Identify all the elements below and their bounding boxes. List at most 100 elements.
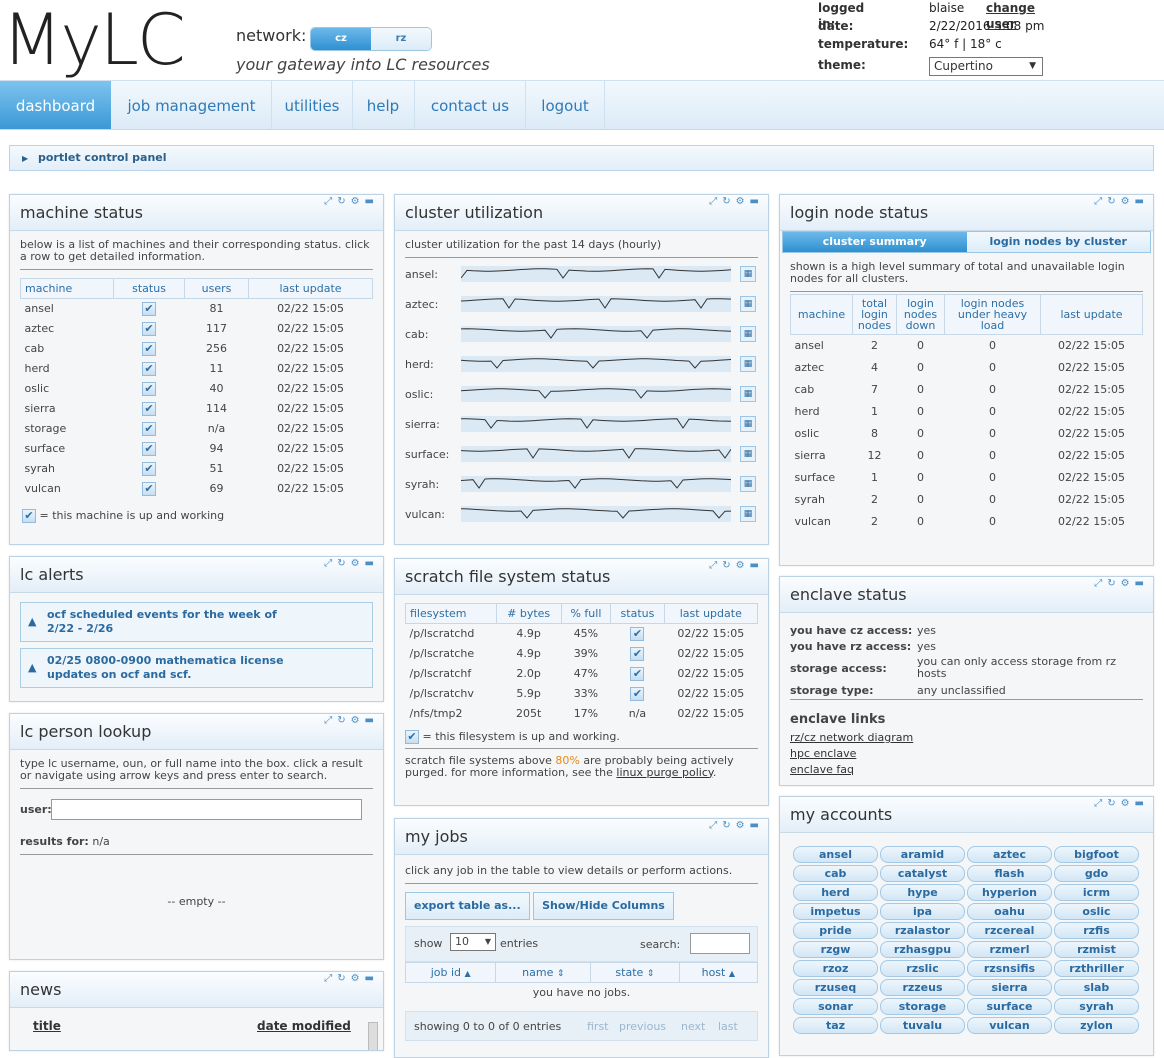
account-button[interactable]: ansel	[793, 846, 878, 863]
account-button[interactable]: taz	[793, 1017, 878, 1034]
account-button[interactable]: vulcan	[967, 1017, 1052, 1034]
col-heavy-load[interactable]: login nodes under heavy load	[944, 294, 1041, 335]
account-button[interactable]: aztec	[967, 846, 1052, 863]
account-button[interactable]: herd	[793, 884, 878, 901]
col-status[interactable]: status	[610, 603, 665, 624]
account-button[interactable]: oslic	[1054, 903, 1139, 920]
table-row[interactable]: /nfs/tmp2 205t 17% n/a 02/22 15:05	[406, 704, 758, 724]
col-name[interactable]: name ⇕	[495, 962, 592, 983]
enclave-faq-link[interactable]: enclave faq	[790, 762, 913, 778]
table-row[interactable]: aztec ✔ 117 02/22 15:05	[21, 319, 373, 339]
col-state[interactable]: state ⇕	[590, 962, 680, 983]
hpc-enclave-link[interactable]: hpc enclave	[790, 746, 913, 762]
table-row[interactable]: ansel ✔ 81 02/22 15:05	[21, 299, 373, 319]
table-row[interactable]: sierra ✔ 114 02/22 15:05	[21, 399, 373, 419]
portlet-tools[interactable]: ⤢↻⚙▬	[709, 820, 764, 831]
show-hide-columns-button[interactable]: Show/Hide Columns	[533, 892, 674, 920]
network-switch[interactable]: cz rz	[310, 27, 432, 51]
pager-previous[interactable]: previous	[619, 1020, 666, 1033]
col-full[interactable]: % full	[560, 603, 612, 624]
page-length-select[interactable]: 10 ▼	[450, 933, 496, 951]
account-button[interactable]: rzzeus	[880, 979, 965, 996]
export-table-button[interactable]: export table as...	[405, 892, 530, 920]
nav-help[interactable]: help	[353, 81, 413, 129]
account-button[interactable]: hyperion	[967, 884, 1052, 901]
col-job-id[interactable]: job id ▲	[404, 962, 497, 983]
table-row[interactable]: /p/lscratchf 2.0p 47% ✔ 02/22 15:05	[406, 664, 758, 684]
network-cz-button[interactable]: cz	[311, 28, 371, 50]
col-last-update[interactable]: last update	[248, 278, 373, 299]
account-button[interactable]: syrah	[1054, 998, 1139, 1015]
news-col-title[interactable]: title	[33, 1019, 61, 1033]
news-col-date-modified[interactable]: date modified	[257, 1019, 351, 1033]
table-row[interactable]: /p/lscratchd 4.9p 45% ✔ 02/22 15:05	[406, 624, 758, 644]
purge-policy-link[interactable]: linux purge policy	[616, 766, 712, 779]
jobs-search-input[interactable]	[690, 933, 750, 954]
pager-next[interactable]: next	[681, 1020, 705, 1033]
nav-dashboard[interactable]: dashboard	[0, 81, 111, 129]
table-row[interactable]: vulcan ✔ 69 02/22 15:05	[21, 479, 373, 499]
account-button[interactable]: storage	[880, 998, 965, 1015]
col-bytes[interactable]: # bytes	[495, 603, 562, 624]
account-button[interactable]: rzslic	[880, 960, 965, 977]
network-diagram-link[interactable]: rz/cz network diagram	[790, 730, 913, 746]
portlet-tools[interactable]: ⤢↻⚙▬	[324, 558, 379, 569]
account-button[interactable]: bigfoot	[1054, 846, 1139, 863]
account-button[interactable]: pride	[793, 922, 878, 939]
account-button[interactable]: rzgw	[793, 941, 878, 958]
chart-icon[interactable]: ▦	[740, 356, 756, 372]
portlet-tools[interactable]: ⤢↻⚙▬	[1094, 578, 1149, 589]
pager-first[interactable]: first	[587, 1020, 609, 1033]
network-rz-button[interactable]: rz	[371, 28, 431, 50]
col-total-login-nodes[interactable]: total login nodes	[852, 294, 897, 335]
chart-icon[interactable]: ▦	[740, 446, 756, 462]
col-filesystem[interactable]: filesystem	[405, 603, 497, 624]
col-users[interactable]: users	[183, 278, 250, 299]
table-row[interactable]: aztec 4 0 0 02/22 15:05	[791, 357, 1143, 379]
user-lookup-input[interactable]	[51, 799, 362, 820]
tab-cluster-summary[interactable]: cluster summary	[783, 232, 967, 252]
account-button[interactable]: rzmist	[1054, 941, 1139, 958]
table-row[interactable]: /p/lscratchv 5.9p 33% ✔ 02/22 15:05	[406, 684, 758, 704]
col-status[interactable]: status	[113, 278, 185, 299]
account-button[interactable]: sierra	[967, 979, 1052, 996]
account-button[interactable]: rzthriller	[1054, 960, 1139, 977]
nav-contact-us[interactable]: contact us	[415, 81, 525, 129]
account-button[interactable]: sonar	[793, 998, 878, 1015]
col-machine[interactable]: machine	[790, 294, 853, 335]
account-button[interactable]: rzoz	[793, 960, 878, 977]
table-row[interactable]: sierra 12 0 0 02/22 15:05	[791, 445, 1143, 467]
chart-icon[interactable]: ▦	[740, 266, 756, 282]
account-button[interactable]: rzmerl	[967, 941, 1052, 958]
account-button[interactable]: impetus	[793, 903, 878, 920]
account-button[interactable]: icrm	[1054, 884, 1139, 901]
account-button[interactable]: rzalastor	[880, 922, 965, 939]
pager-last[interactable]: last	[718, 1020, 738, 1033]
nav-job-management[interactable]: job management	[113, 81, 270, 129]
chart-icon[interactable]: ▦	[740, 416, 756, 432]
portlet-tools[interactable]: ⤢↻⚙▬	[709, 560, 764, 571]
table-row[interactable]: surface 1 0 0 02/22 15:05	[791, 467, 1143, 489]
col-host[interactable]: host ▲	[678, 962, 759, 983]
portlet-tools[interactable]: ⤢↻⚙▬	[1094, 196, 1149, 207]
account-button[interactable]: catalyst	[880, 865, 965, 882]
portlet-tools[interactable]: ⤢↻⚙▬	[1094, 798, 1149, 809]
account-button[interactable]: aramid	[880, 846, 965, 863]
table-row[interactable]: herd 1 0 0 02/22 15:05	[791, 401, 1143, 423]
chart-icon[interactable]: ▦	[740, 386, 756, 402]
table-row[interactable]: cab 7 0 0 02/22 15:05	[791, 379, 1143, 401]
table-row[interactable]: herd ✔ 11 02/22 15:05	[21, 359, 373, 379]
table-row[interactable]: /p/lscratche 4.9p 39% ✔ 02/22 15:05	[406, 644, 758, 664]
nav-utilities[interactable]: utilities	[272, 81, 352, 129]
chart-icon[interactable]: ▦	[740, 506, 756, 522]
account-button[interactable]: zylon	[1054, 1017, 1139, 1034]
chart-icon[interactable]: ▦	[740, 326, 756, 342]
portlet-tools[interactable]: ⤢↻⚙▬	[709, 196, 764, 207]
col-last-update[interactable]: last update	[663, 603, 759, 624]
account-button[interactable]: slab	[1054, 979, 1139, 996]
account-button[interactable]: flash	[967, 865, 1052, 882]
scrollbar[interactable]	[368, 1022, 378, 1050]
alert-item[interactable]: ▲ ocf scheduled events for the week of 2…	[20, 602, 373, 642]
portlet-control-panel[interactable]: ▶ portlet control panel	[9, 145, 1154, 171]
table-row[interactable]: ansel 2 0 0 02/22 15:05	[791, 335, 1143, 357]
